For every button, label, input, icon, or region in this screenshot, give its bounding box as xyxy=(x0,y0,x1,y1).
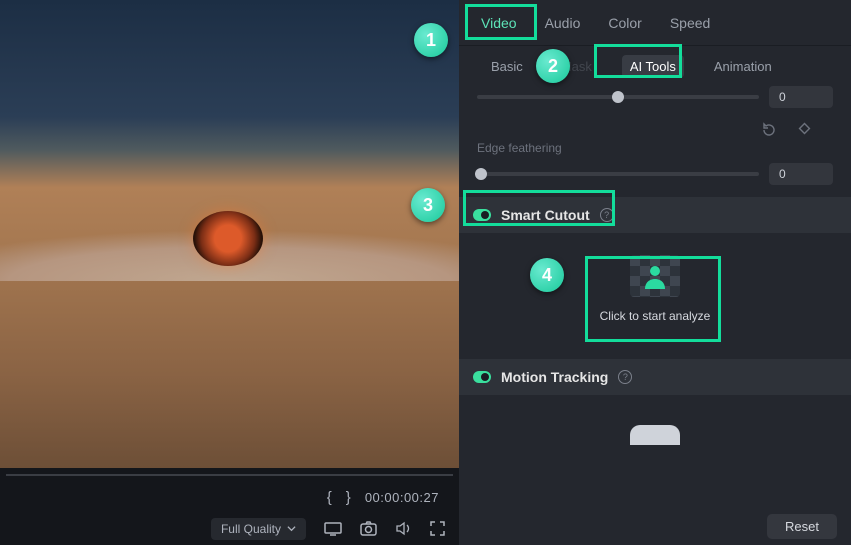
motion-tracking-header[interactable]: Motion Tracking ? xyxy=(459,359,851,395)
tab-audio[interactable]: Audio xyxy=(545,11,581,35)
smart-cutout-header[interactable]: Smart Cutout ? xyxy=(459,197,851,233)
reset-param-icon[interactable] xyxy=(761,122,776,137)
smart-cutout-title: Smart Cutout xyxy=(501,207,590,223)
video-preview[interactable] xyxy=(0,0,459,468)
motion-tracking-preview[interactable] xyxy=(630,425,680,445)
help-icon[interactable]: ? xyxy=(618,370,632,384)
playback-quality-dropdown[interactable]: Full Quality xyxy=(211,518,306,540)
start-analyze-button[interactable] xyxy=(630,255,680,297)
subtab-animation[interactable]: Animation xyxy=(706,55,780,78)
fullscreen-icon[interactable] xyxy=(430,521,445,536)
start-analyze-label: Click to start analyze xyxy=(600,309,711,323)
top-slider-value[interactable]: 0 xyxy=(769,86,833,108)
help-icon[interactable]: ? xyxy=(600,208,614,222)
timeline-scrubber[interactable] xyxy=(0,468,459,482)
person-silhouette-icon xyxy=(640,261,670,291)
top-slider[interactable] xyxy=(477,95,759,99)
volume-icon[interactable] xyxy=(395,521,412,536)
keyframe-icon[interactable] xyxy=(798,122,811,137)
smart-cutout-toggle[interactable] xyxy=(473,209,491,221)
subtab-ai-tools[interactable]: AI Tools xyxy=(622,55,684,78)
subtab-basic[interactable]: Basic xyxy=(483,55,531,78)
mark-out-bracket[interactable]: } xyxy=(346,489,351,506)
display-device-icon[interactable] xyxy=(324,521,342,536)
snapshot-icon[interactable] xyxy=(360,521,377,536)
mark-in-bracket[interactable]: { xyxy=(327,489,332,506)
reset-button[interactable]: Reset xyxy=(767,514,837,539)
tab-speed[interactable]: Speed xyxy=(670,11,710,35)
timecode-display: 00:00:00:27 xyxy=(365,490,439,505)
edge-feathering-label: Edge feathering xyxy=(477,141,833,155)
tab-video[interactable]: Video xyxy=(481,11,517,35)
edge-feathering-value[interactable]: 0 xyxy=(769,163,833,185)
chevron-down-icon xyxy=(287,524,296,533)
edge-feathering-slider[interactable] xyxy=(477,172,759,176)
playback-quality-label: Full Quality xyxy=(221,522,281,536)
motion-tracking-toggle[interactable] xyxy=(473,371,491,383)
tab-color[interactable]: Color xyxy=(608,11,641,35)
motion-tracking-title: Motion Tracking xyxy=(501,369,608,385)
subtab-mask[interactable]: Mask xyxy=(553,55,600,78)
